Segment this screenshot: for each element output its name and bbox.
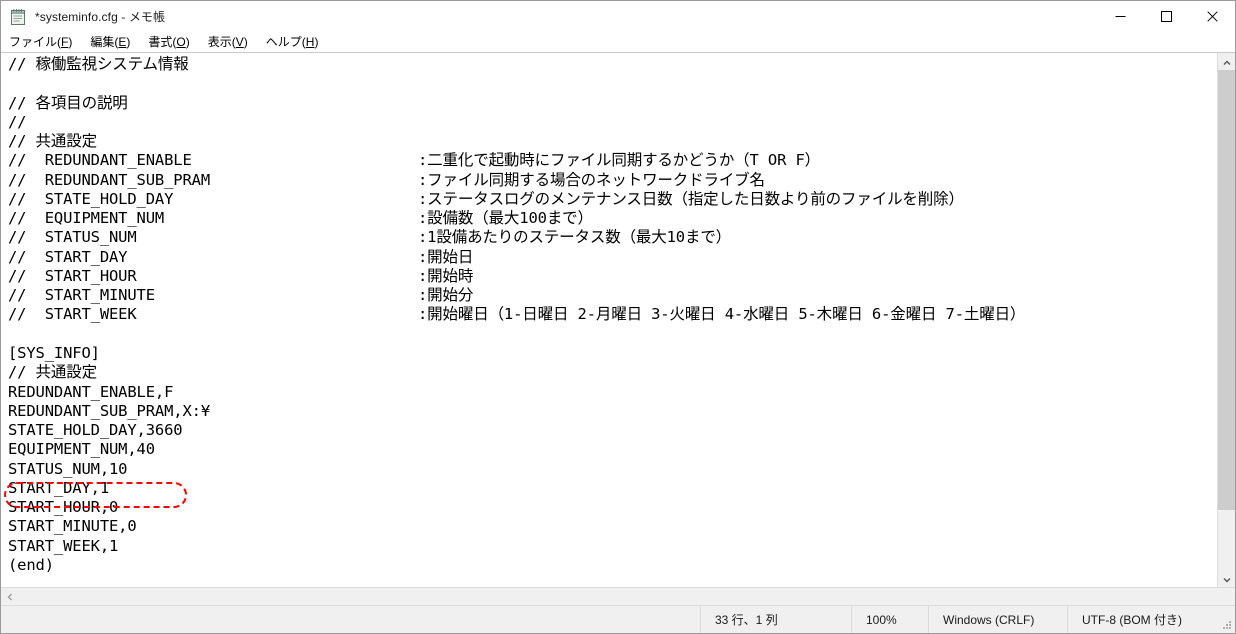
editor-line: [SYS_INFO] [8,343,100,362]
chevron-left-icon [7,588,13,606]
status-encoding[interactable]: UTF-8 (BOM 付き) [1067,606,1216,633]
scrollbar-corner [1218,588,1235,605]
horizontal-scrollbar[interactable] [1,587,1235,605]
editor-line: START_MINUTE,0 [8,517,137,536]
editor-line: REDUNDANT_SUB_PRAM,X:¥ [8,401,210,420]
menu-item-format[interactable]: 書式(O) [148,32,198,52]
status-bar-spacer [1,606,700,633]
editor-line: // REDUNDANT_ENABLE:二重化で起動時にファイル同期するかどうか… [8,151,820,170]
editor-line: // EQUIPMENT_NUM:設備数（最大100まで） [8,209,593,228]
title-bar-left: *systeminfo.cfg - メモ帳 [1,8,165,26]
menu-item-view[interactable]: 表示(V) [208,32,257,52]
editor-lines: // 稼働監視システム情報// 各項目の説明//// 共通設定// REDUND… [1,55,1217,575]
chevron-up-icon [1223,53,1231,71]
editor-line: (end) [8,555,54,574]
scroll-left-button[interactable] [1,588,18,605]
title-bar[interactable]: *systeminfo.cfg - メモ帳 [1,1,1235,32]
maximize-button[interactable] [1143,1,1189,32]
editor-line: // START_WEEK:開始曜日（1-日曜日 2-月曜日 3-火曜日 4-水… [8,305,1026,324]
editor-line-description: :1設備あたりのステータス数（最大10まで） [418,228,732,247]
editor-line-description: :開始時 [418,266,474,285]
editor-line: START_WEEK,1 [8,536,119,555]
text-editor[interactable]: // 稼働監視システム情報// 各項目の説明//// 共通設定// REDUND… [1,53,1217,587]
horizontal-scrollbar-track[interactable] [18,588,1218,605]
chevron-down-icon [1223,570,1231,588]
editor-line: // STATUS_NUM:1設備あたりのステータス数（最大10まで） [8,228,732,247]
editor-line-description: :開始曜日（1-日曜日 2-月曜日 3-火曜日 4-水曜日 5-木曜日 6-金曜… [418,305,1026,324]
status-line-ending[interactable]: Windows (CRLF) [928,606,1067,633]
scroll-up-button[interactable] [1218,53,1235,70]
editor-line: START_HOUR,0 [8,498,119,517]
vertical-scrollbar-track[interactable] [1218,70,1235,570]
status-zoom-level[interactable]: 100% [851,606,928,633]
vertical-scrollbar-thumb[interactable] [1218,70,1235,510]
menu-item-help[interactable]: ヘルプ(H) [266,32,328,52]
close-button[interactable] [1189,1,1235,32]
editor-line: STATUS_NUM,10 [8,459,128,478]
notepad-window: *systeminfo.cfg - メモ帳 ファイル(F) 編集(E) 書式(O… [0,0,1236,634]
vertical-scrollbar[interactable] [1217,53,1235,587]
window-title: *systeminfo.cfg - メモ帳 [35,10,166,24]
editor-line-description: :設備数（最大100まで） [418,209,593,228]
editor-line: // START_HOUR:開始時 [8,266,474,285]
editor-line: // 共通設定 [8,363,97,382]
window-controls [1097,1,1235,32]
notepad-icon [10,8,27,26]
editor-line: REDUNDANT_ENABLE,F [8,382,174,401]
editor-line: STATE_HOLD_DAY,3660 [8,421,183,440]
content-area: // 稼働監視システム情報// 各項目の説明//// 共通設定// REDUND… [1,52,1235,605]
editor-row: // 稼働監視システム情報// 各項目の説明//// 共通設定// REDUND… [1,53,1235,587]
scroll-down-button[interactable] [1218,570,1235,587]
editor-line-description: :ファイル同期する場合のネットワークドライブ名 [418,170,765,189]
editor-line-description: :開始分 [418,286,474,305]
editor-line: EQUIPMENT_NUM,40 [8,440,155,459]
minimize-button[interactable] [1097,1,1143,32]
editor-line-description: :開始日 [418,247,474,266]
resize-grip-icon[interactable] [1216,606,1235,633]
editor-line: // [8,112,27,131]
menu-item-file[interactable]: ファイル(F) [9,32,81,52]
status-cursor-position: 33 行、1 列 [700,606,851,633]
status-bar: 33 行、1 列 100% Windows (CRLF) UTF-8 (BOM … [1,605,1235,633]
editor-line-description: :二重化で起動時にファイル同期するかどうか（T OR F） [418,151,820,170]
editor-line: // 共通設定 [8,132,97,151]
editor-line: // REDUNDANT_SUB_PRAM:ファイル同期する場合のネットワークド… [8,170,765,189]
maximize-icon [1160,11,1172,22]
editor-line: // START_MINUTE:開始分 [8,286,474,305]
editor-line-description: :ステータスログのメンテナンス日数（指定した日数より前のファイルを削除） [418,189,964,208]
editor-line: // 各項目の説明 [8,93,128,112]
minimize-icon [1115,11,1126,22]
menu-item-edit[interactable]: 編集(E) [90,32,139,52]
editor-line: // STATE_HOLD_DAY:ステータスログのメンテナンス日数（指定した日… [8,189,964,208]
menu-bar: ファイル(F) 編集(E) 書式(O) 表示(V) ヘルプ(H) [1,32,1235,52]
editor-line: START_DAY,1 [8,478,109,497]
close-icon [1206,11,1218,22]
editor-line: // 稼働監視システム情報 [8,55,189,73]
editor-line: // START_DAY:開始日 [8,247,474,266]
